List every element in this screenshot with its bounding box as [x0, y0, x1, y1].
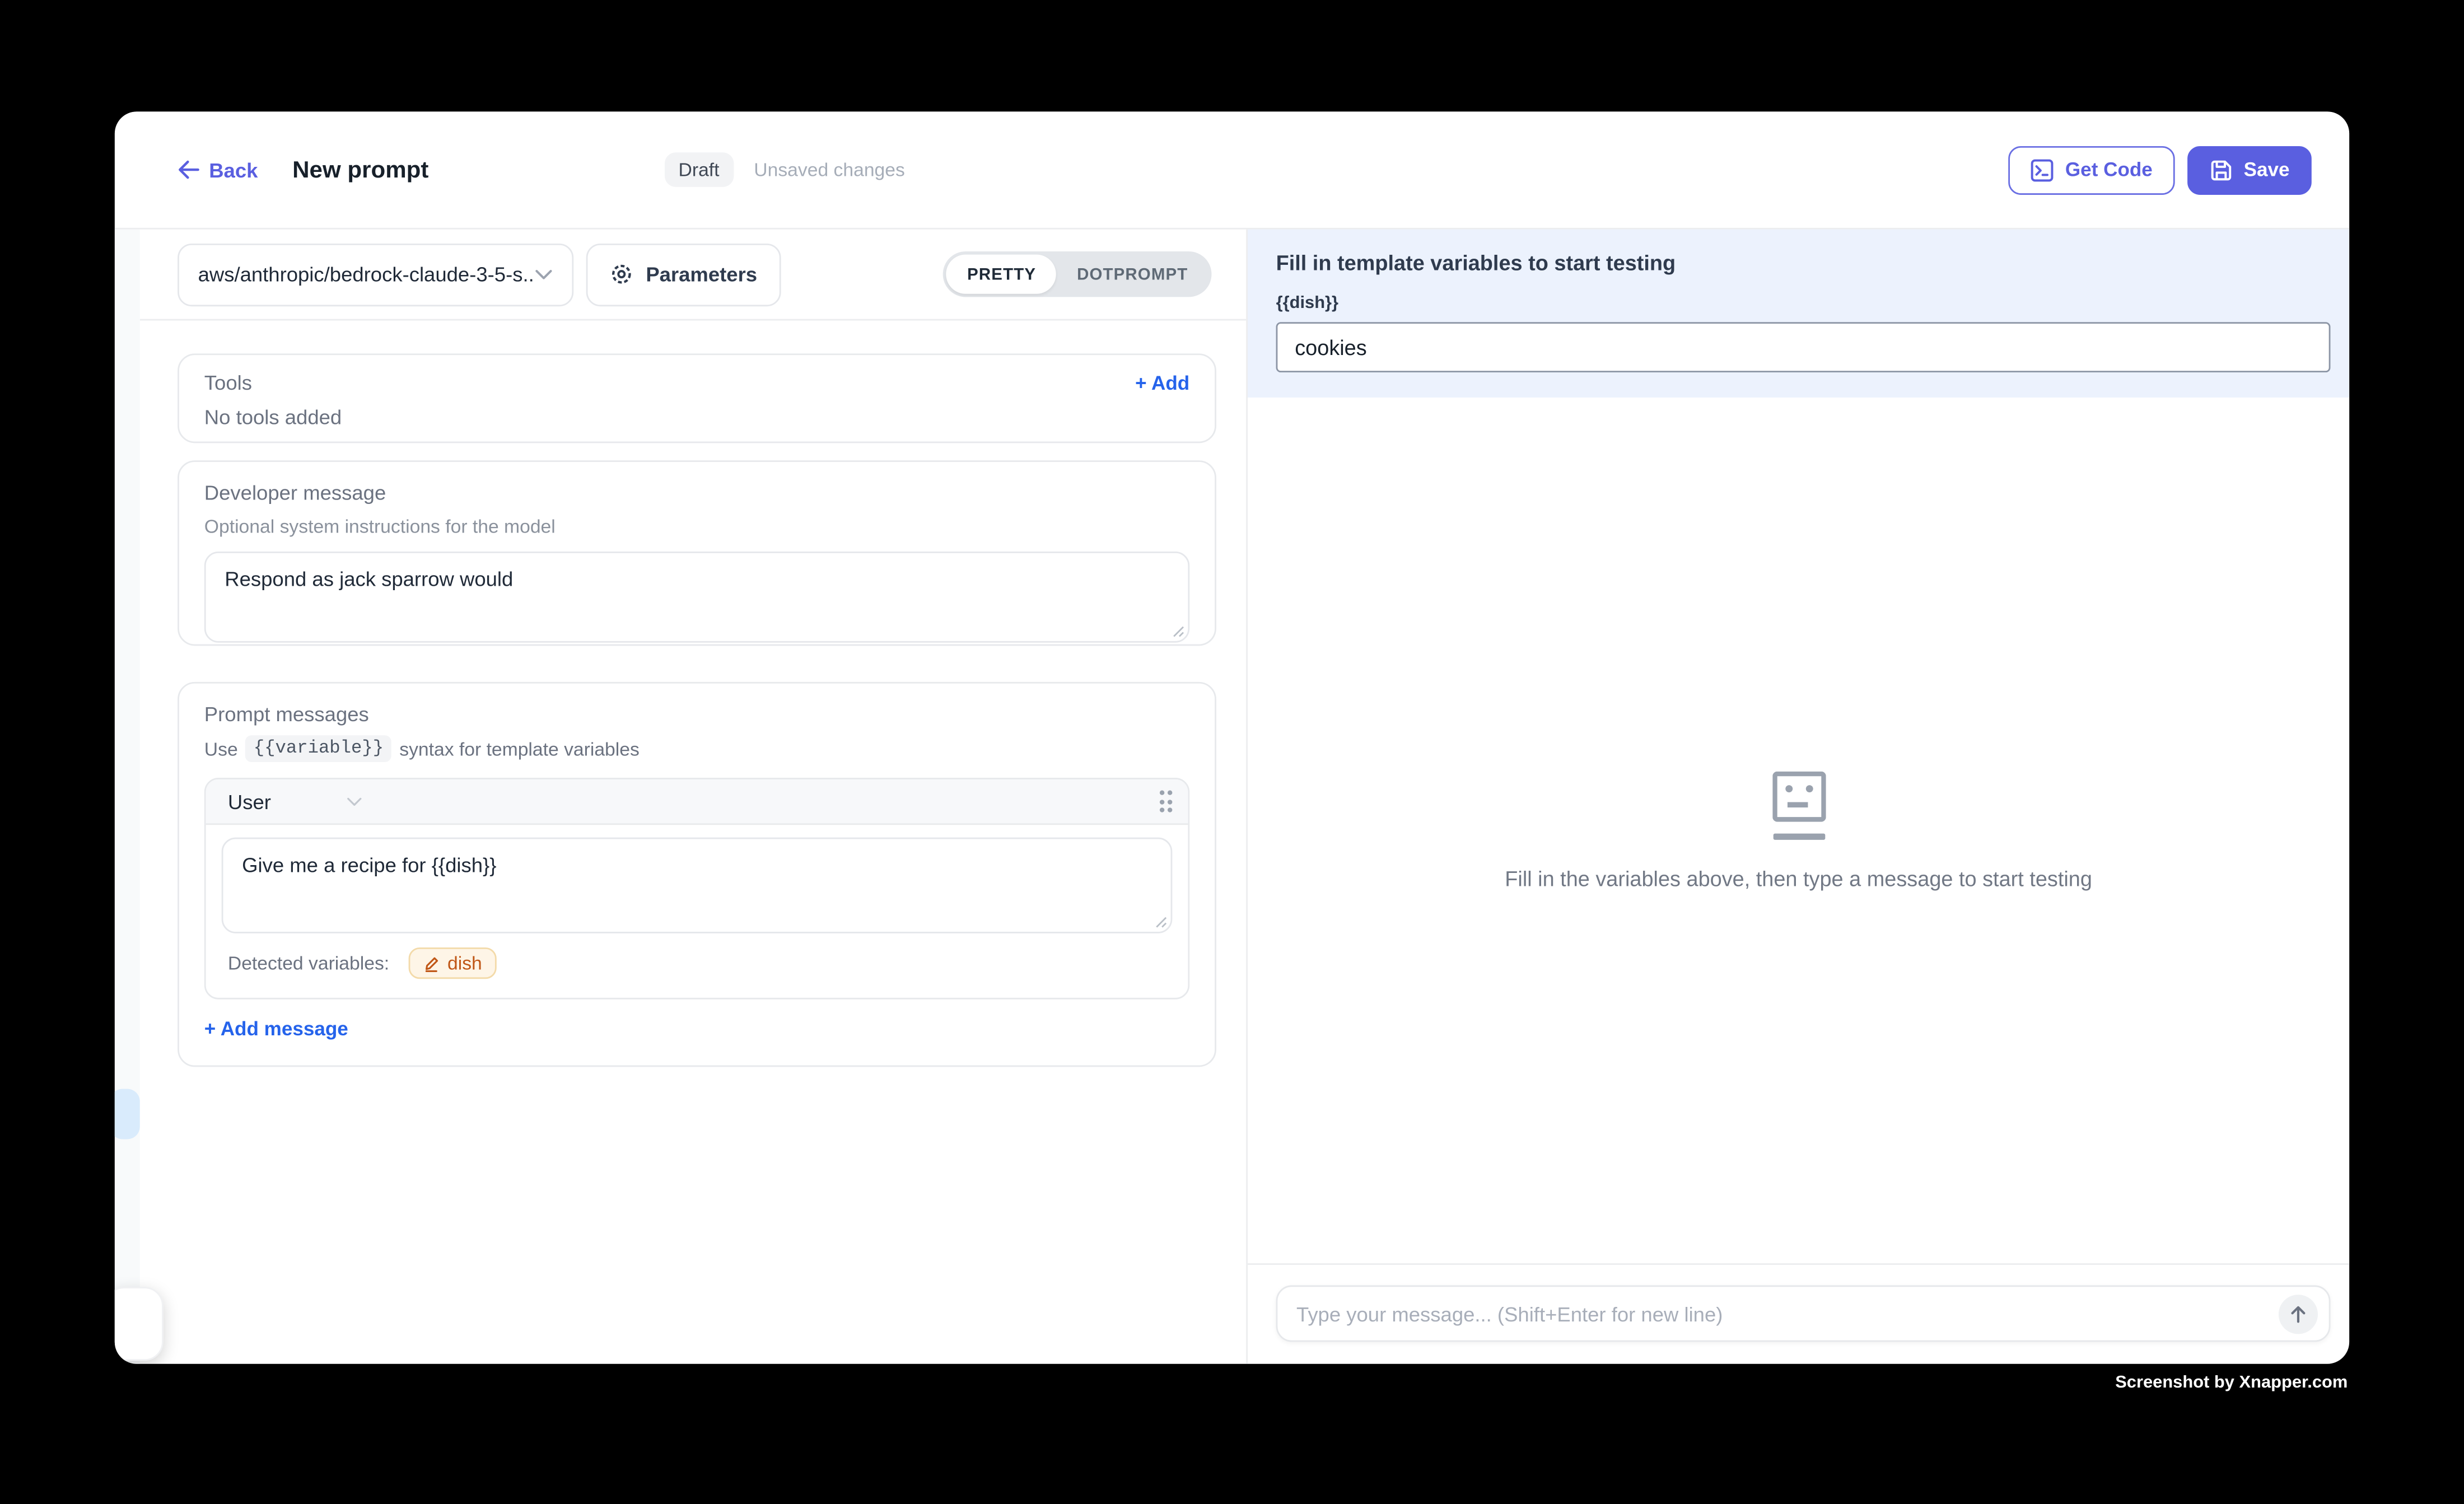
tools-card: Tools + Add No tools added — [178, 353, 1216, 443]
view-mode-toggle: PRETTY DOTPROMPT — [944, 251, 1211, 297]
collapsed-sidebar-strip — [115, 230, 140, 1364]
tester-panel: Fill in template variables to start test… — [1248, 230, 2349, 1364]
model-selector[interactable]: aws/anthropic/bedrock-claude-3-5-s... — [178, 243, 573, 306]
parameters-button[interactable]: Parameters — [586, 243, 781, 306]
hint-suffix: syntax for template variables — [399, 737, 640, 759]
chat-input-bar — [1248, 1263, 2349, 1364]
tester-title: Fill in template variables to start test… — [1276, 251, 2321, 275]
drag-handle-icon[interactable] — [1159, 790, 1173, 812]
template-variables-section: Fill in template variables to start test… — [1248, 230, 2349, 398]
screenshot-stage: Back New prompt Draft Unsaved changes Ge… — [0, 0, 2464, 1503]
arrow-up-icon — [2288, 1304, 2308, 1324]
sidebar-selected-item-edge[interactable] — [115, 1089, 140, 1139]
robot-face-icon — [1772, 770, 1825, 839]
message-role-select[interactable]: User — [228, 790, 364, 813]
variable-syntax-chip: {{variable}} — [246, 735, 391, 762]
developer-message-textarea[interactable]: Respond as jack sparrow would — [204, 552, 1189, 643]
add-message-button[interactable]: + Add message — [204, 1018, 348, 1040]
save-icon — [2209, 158, 2233, 181]
prompt-messages-card: Prompt messages Use {{variable}} syntax … — [178, 682, 1216, 1067]
detected-variables-row: Detected variables: dish — [206, 933, 1188, 998]
add-tool-button[interactable]: + Add — [1135, 372, 1189, 394]
message-body: Give me a recipe for {{dish}} — [206, 825, 1188, 933]
detected-variables-label: Detected variables: — [228, 952, 389, 974]
editor-scroll-area: Tools + Add No tools added Developer mes… — [140, 320, 1247, 1363]
message-textarea[interactable]: Give me a recipe for {{dish}} — [222, 838, 1173, 933]
variable-chip-dish[interactable]: dish — [408, 947, 496, 979]
prompt-messages-label: Prompt messages — [204, 702, 1189, 726]
variable-field-label: {{dish}} — [1276, 294, 2321, 313]
developer-message-card: Developer message Optional system instru… — [178, 460, 1216, 646]
send-button[interactable] — [2279, 1295, 2318, 1334]
tools-empty-text: No tools added — [204, 405, 1189, 429]
app-window: Back New prompt Draft Unsaved changes Ge… — [115, 111, 2349, 1363]
variable-value-input[interactable] — [1276, 322, 2331, 372]
body-row: aws/anthropic/bedrock-claude-3-5-s... Pa… — [115, 230, 2349, 1364]
developer-message-description: Optional system instructions for the mod… — [204, 515, 1189, 537]
terminal-icon — [2031, 158, 2054, 181]
watermark-text: Screenshot by Xnapper.com — [2115, 1374, 2348, 1393]
back-label: Back — [209, 158, 258, 181]
chat-message-input[interactable] — [1277, 1302, 2328, 1325]
chevron-down-icon — [534, 268, 553, 280]
chevron-down-icon — [347, 796, 364, 807]
top-header: Back New prompt Draft Unsaved changes Ge… — [115, 111, 2349, 229]
model-selector-value: aws/anthropic/bedrock-claude-3-5-s... — [198, 263, 535, 286]
save-label: Save — [2244, 158, 2290, 180]
parameters-label: Parameters — [646, 263, 757, 286]
chat-input-container — [1276, 1285, 2331, 1342]
message-role-value: User — [228, 790, 271, 813]
page-title: New prompt — [292, 156, 428, 183]
get-code-button[interactable]: Get Code — [2009, 146, 2174, 194]
tools-label: Tools — [204, 371, 252, 394]
sidebar-popover-edge — [115, 1287, 164, 1361]
get-code-label: Get Code — [2065, 158, 2153, 180]
prompt-editor-panel: aws/anthropic/bedrock-claude-3-5-s... Pa… — [140, 230, 1248, 1364]
template-syntax-hint: Use {{variable}} syntax for template var… — [204, 735, 1189, 762]
variable-chip-label: dish — [447, 952, 482, 974]
empty-state-text: Fill in the variables above, then type a… — [1505, 867, 2092, 890]
hint-prefix: Use — [204, 737, 238, 759]
developer-message-label: Developer message — [204, 481, 1189, 505]
message-block: User G — [204, 778, 1189, 999]
unsaved-changes-text: Unsaved changes — [754, 158, 905, 180]
message-header: User — [206, 779, 1188, 825]
back-button[interactable]: Back — [178, 158, 258, 181]
toggle-option-dotprompt[interactable]: DOTPROMPT — [1057, 255, 1208, 294]
editor-toolbar: aws/anthropic/bedrock-claude-3-5-s... Pa… — [140, 230, 1247, 321]
pencil-icon — [422, 955, 440, 972]
save-button[interactable]: Save — [2187, 146, 2312, 194]
arrow-left-icon — [178, 160, 199, 179]
toggle-option-pretty[interactable]: PRETTY — [947, 255, 1057, 294]
chat-empty-state: Fill in the variables above, then type a… — [1248, 398, 2349, 1263]
gear-icon — [610, 263, 633, 286]
status-badge: Draft — [664, 152, 734, 187]
